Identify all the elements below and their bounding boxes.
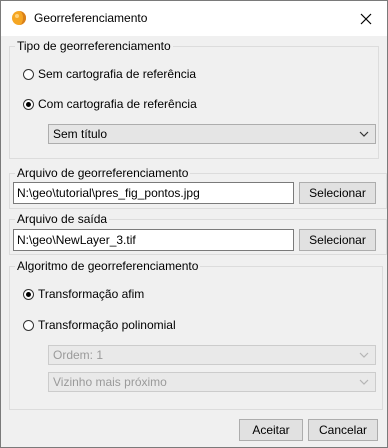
radio-circle-checked[interactable] [23,98,34,110]
radio-circle-checked[interactable] [23,288,34,300]
ordem-select-value: Ordem: 1 [53,348,104,362]
interpolacao-select-value: Vizinho mais próximo [53,375,167,389]
chevron-down-icon [359,379,369,385]
radio-label: Transformação afim [38,287,145,301]
radio-com-cartografia[interactable]: Com cartografia de referência [23,97,197,111]
radio-label: Com cartografia de referência [38,97,197,111]
dialog-window: Georreferenciamento Tipo de georreferenc… [0,0,388,448]
radio-transformacao-polinomial[interactable]: Transformação polinomial [23,318,176,332]
selecionar-saida-button[interactable]: Selecionar [299,229,376,251]
radio-circle[interactable] [23,319,34,331]
radio-transformacao-afim[interactable]: Transformação afim [23,287,144,301]
selecionar-geo-button[interactable]: Selecionar [299,182,376,204]
arquivo-saida-legend: Arquivo de saída [15,212,110,226]
arquivo-geo-input[interactable]: N:\geo\tutorial\pres_fig_pontos.jpg [13,182,294,204]
radio-circle[interactable] [23,68,34,80]
map-select-value: Sem título [53,127,108,141]
tipo-legend: Tipo de georreferenciamento [15,39,173,53]
arquivo-geo-legend: Arquivo de georreferenciamento [15,166,191,180]
radio-label: Sem cartografia de referência [38,67,197,81]
cancelar-button[interactable]: Cancelar [308,419,378,441]
chevron-down-icon [359,131,369,137]
aceitar-button[interactable]: Aceitar [239,419,303,441]
window-title: Georreferenciamento [34,11,148,25]
interpolacao-select: Vizinho mais próximo [48,372,376,392]
algoritmo-legend: Algoritmo de georreferenciamento [15,259,201,273]
ordem-select: Ordem: 1 [48,345,376,365]
radio-sem-cartografia[interactable]: Sem cartografia de referência [23,67,196,81]
chevron-down-icon [359,352,369,358]
arquivo-saida-input[interactable]: N:\geo\NewLayer_3.tif [13,229,294,251]
close-icon [360,13,372,24]
close-button[interactable] [347,4,385,33]
title-bar: Georreferenciamento [1,1,387,36]
map-select[interactable]: Sem título [48,124,376,144]
radio-label: Transformação polinomial [38,318,176,332]
app-logo-icon [12,11,26,25]
